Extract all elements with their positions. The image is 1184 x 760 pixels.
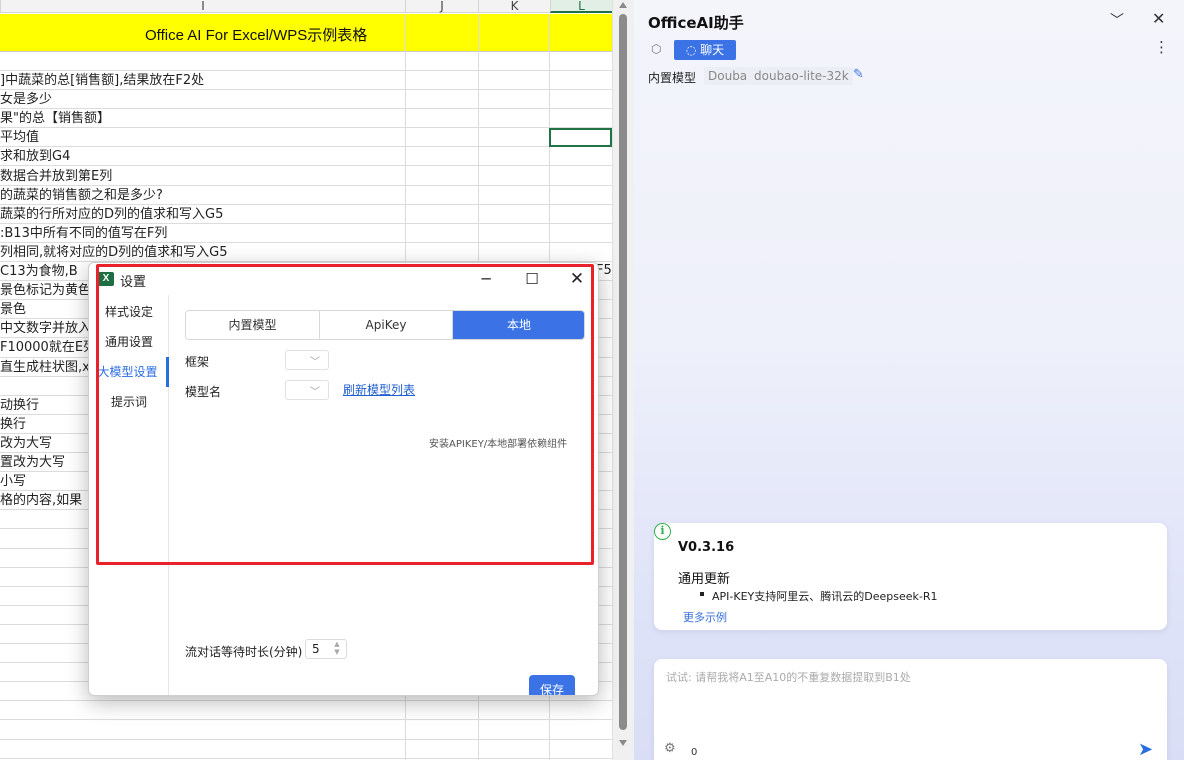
scroll-thumb[interactable] <box>619 14 627 730</box>
update-notice-card: i V0.3.16 通用更新 API-KEY支持阿里云、腾讯云的Deepseek… <box>654 523 1167 630</box>
sheet-row-text[interactable]: C13为食物,B <box>0 262 78 281</box>
column-headers: I J K L <box>0 0 612 13</box>
sheet-row-text[interactable]: 格的内容,如果 <box>0 491 82 510</box>
banner-cell[interactable]: Office AI For Excel/WPS示例表格 <box>0 14 612 52</box>
sheet-row-text[interactable]: 的蔬菜的销售额之和是多少? <box>0 186 163 205</box>
close-icon[interactable]: ✕ <box>1152 9 1165 28</box>
bullet-icon <box>700 592 704 596</box>
banner-title: Office AI For Excel/WPS示例表格 <box>145 27 368 44</box>
selected-cell[interactable] <box>549 128 612 147</box>
sheet-row-text[interactable]: 动换行 <box>0 396 39 415</box>
wait-duration-value: 5 <box>312 642 320 656</box>
model-provider-chip[interactable]: Douba <box>704 67 752 85</box>
scroll-up-arrow-icon[interactable] <box>619 2 627 8</box>
model-name-chip[interactable]: doubao-lite-32k <box>750 67 853 85</box>
chevron-down-icon[interactable]: ﹀ <box>1110 10 1124 30</box>
cube-icon[interactable]: ⬡ <box>651 42 665 56</box>
sheet-row-text[interactable]: 景色标记为黄色 <box>0 281 91 300</box>
panel-title: OfficeAI助手 <box>648 14 744 32</box>
sheet-row-text[interactable]: ]中蔬菜的总[销售额],结果放在F2处 <box>0 71 204 90</box>
gridline <box>0 739 612 740</box>
save-button[interactable]: 保存 <box>529 675 575 695</box>
officeai-panel: OfficeAI助手 ﹀ ✕ ⬡ ◌ 聊天 ⋮ 内置模型 Douba douba… <box>634 0 1184 760</box>
sheet-row-text[interactable]: 景色 <box>0 300 26 319</box>
sheet-row-text[interactable]: 蔬菜的行所对应的D列的值求和写入G5 <box>0 205 223 224</box>
send-icon[interactable]: ➤ <box>1138 739 1153 760</box>
more-vertical-icon[interactable]: ⋮ <box>1154 38 1169 56</box>
column-header-j[interactable]: J <box>405 0 478 13</box>
chat-input[interactable] <box>666 671 1156 684</box>
sheet-row-text[interactable]: 换行 <box>0 415 26 434</box>
chat-tab-label: 聊天 <box>700 43 725 57</box>
wait-duration-stepper[interactable]: 5 ▲ ▼ <box>305 639 347 659</box>
gridline <box>0 146 612 147</box>
sheet-row-text[interactable]: 小写 <box>0 472 26 491</box>
sheet-row-text[interactable]: 数据合并放到第E列 <box>0 167 112 186</box>
update-heading: 通用更新 <box>678 572 731 587</box>
sheet-row-text[interactable]: 置改为大写 <box>0 453 65 472</box>
gridline <box>0 700 612 701</box>
sheet-row-text[interactable]: :B13中所有不同的值写在F列 <box>0 224 167 243</box>
update-item: API-KEY支持阿里云、腾讯云的Deepseek-R1 <box>712 590 938 603</box>
sheet-row-text[interactable]: 列相同,就将对应的D列的值求和写入G5 <box>0 243 228 262</box>
gridline <box>0 758 612 759</box>
chat-input-box: ⚙ 0 ➤ <box>654 659 1167 760</box>
update-version: V0.3.16 <box>678 540 735 555</box>
tab-chat[interactable]: ◌ 聊天 <box>674 40 736 60</box>
sheet-row-text[interactable]: 改为大写 <box>0 434 52 453</box>
column-header-l[interactable]: L <box>550 0 612 13</box>
scroll-down-arrow-icon[interactable] <box>619 740 627 746</box>
stepper-arrows-icon[interactable]: ▲ ▼ <box>328 640 346 658</box>
annotation-highlight-box <box>96 264 594 565</box>
gridline <box>0 719 612 720</box>
chat-bubble-icon: ◌ <box>685 43 701 57</box>
column-header-i[interactable]: I <box>0 0 405 13</box>
sheet-row-text[interactable]: 直生成柱状图,x <box>0 358 90 377</box>
model-label: 内置模型 <box>648 71 697 85</box>
info-icon: i <box>654 523 671 540</box>
sheet-scrollbar[interactable] <box>612 0 634 760</box>
sheet-row-text[interactable]: F10000就在E列 <box>0 338 96 357</box>
column-header-k[interactable]: K <box>478 0 550 13</box>
sheet-row-text[interactable]: 女是多少 <box>0 90 52 109</box>
char-count: 0 <box>691 747 698 758</box>
sheet-row-text[interactable]: 中文数字并放入 <box>0 319 91 338</box>
sheet-row-text[interactable]: 平均值 <box>0 128 39 147</box>
sheet-row-text[interactable]: 果"的总【销售额】 <box>0 109 110 128</box>
wait-duration-label: 流对话等待时长(分钟) <box>185 645 303 659</box>
gear-icon[interactable]: ⚙ <box>664 741 676 756</box>
more-examples-link[interactable]: 更多示例 <box>683 609 727 625</box>
sheet-row-text[interactable]: 求和放到G4 <box>0 147 70 166</box>
edit-pencil-icon[interactable]: ✎ <box>853 67 864 82</box>
